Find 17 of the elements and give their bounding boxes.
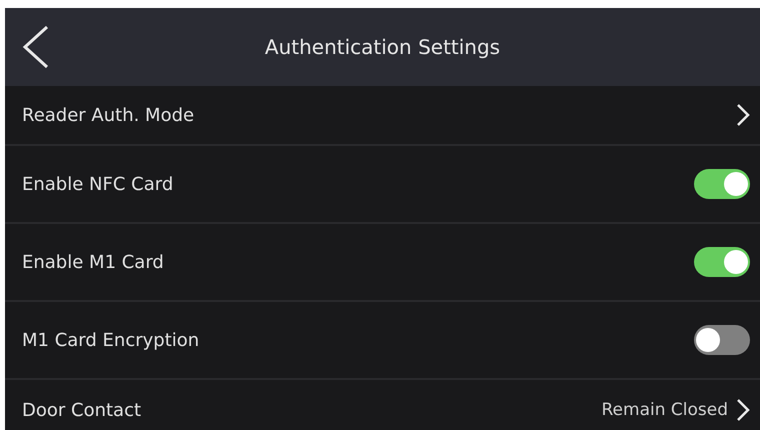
toggle-switch[interactable] [694,325,750,355]
settings-row[interactable]: Enable NFC Card [5,146,760,224]
setting-value: Remain Closed [602,400,728,420]
toggle-switch[interactable] [694,247,750,277]
settings-row[interactable]: Door Contact Remain Closed [5,380,760,430]
settings-row[interactable]: Enable M1 Card [5,224,760,302]
setting-label: M1 Card Encryption [22,330,200,350]
setting-label: Enable NFC Card [22,174,174,194]
toggle-switch[interactable] [694,169,750,199]
chevron-right-icon [736,103,750,127]
setting-label: Enable M1 Card [22,252,165,272]
settings-row[interactable]: M1 Card Encryption [5,302,760,380]
screen-title: Authentication Settings [264,35,500,59]
chevron-right-icon [736,398,750,422]
setting-label: Door Contact [22,400,142,420]
settings-row[interactable]: Reader Auth. Mode [5,86,760,146]
setting-label: Reader Auth. Mode [22,104,196,126]
